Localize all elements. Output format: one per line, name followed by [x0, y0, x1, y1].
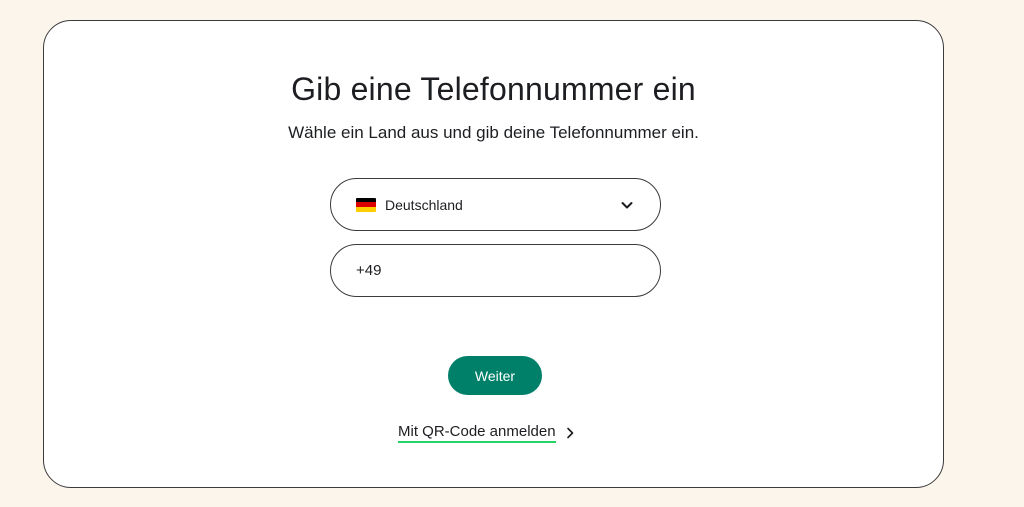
page-subtitle: Wähle ein Land aus und gib deine Telefon…: [288, 123, 699, 142]
chevron-right-icon: [565, 426, 575, 440]
phone-number-field[interactable]: [330, 244, 661, 297]
country-select[interactable]: Deutschland: [330, 178, 661, 231]
chevron-down-icon: [620, 198, 634, 212]
phone-number-input[interactable]: [356, 262, 635, 279]
qr-code-login-label: Mit QR-Code anmelden: [398, 423, 556, 443]
qr-code-login-link[interactable]: Mit QR-Code anmelden: [398, 423, 575, 443]
page-title: Gib eine Telefonnummer ein: [291, 71, 696, 107]
next-button[interactable]: Weiter: [448, 356, 542, 395]
login-card: Gib eine Telefonnummer ein Wähle ein Lan…: [43, 20, 944, 488]
germany-flag-icon: [356, 197, 376, 212]
country-select-value: Deutschland: [385, 196, 463, 213]
